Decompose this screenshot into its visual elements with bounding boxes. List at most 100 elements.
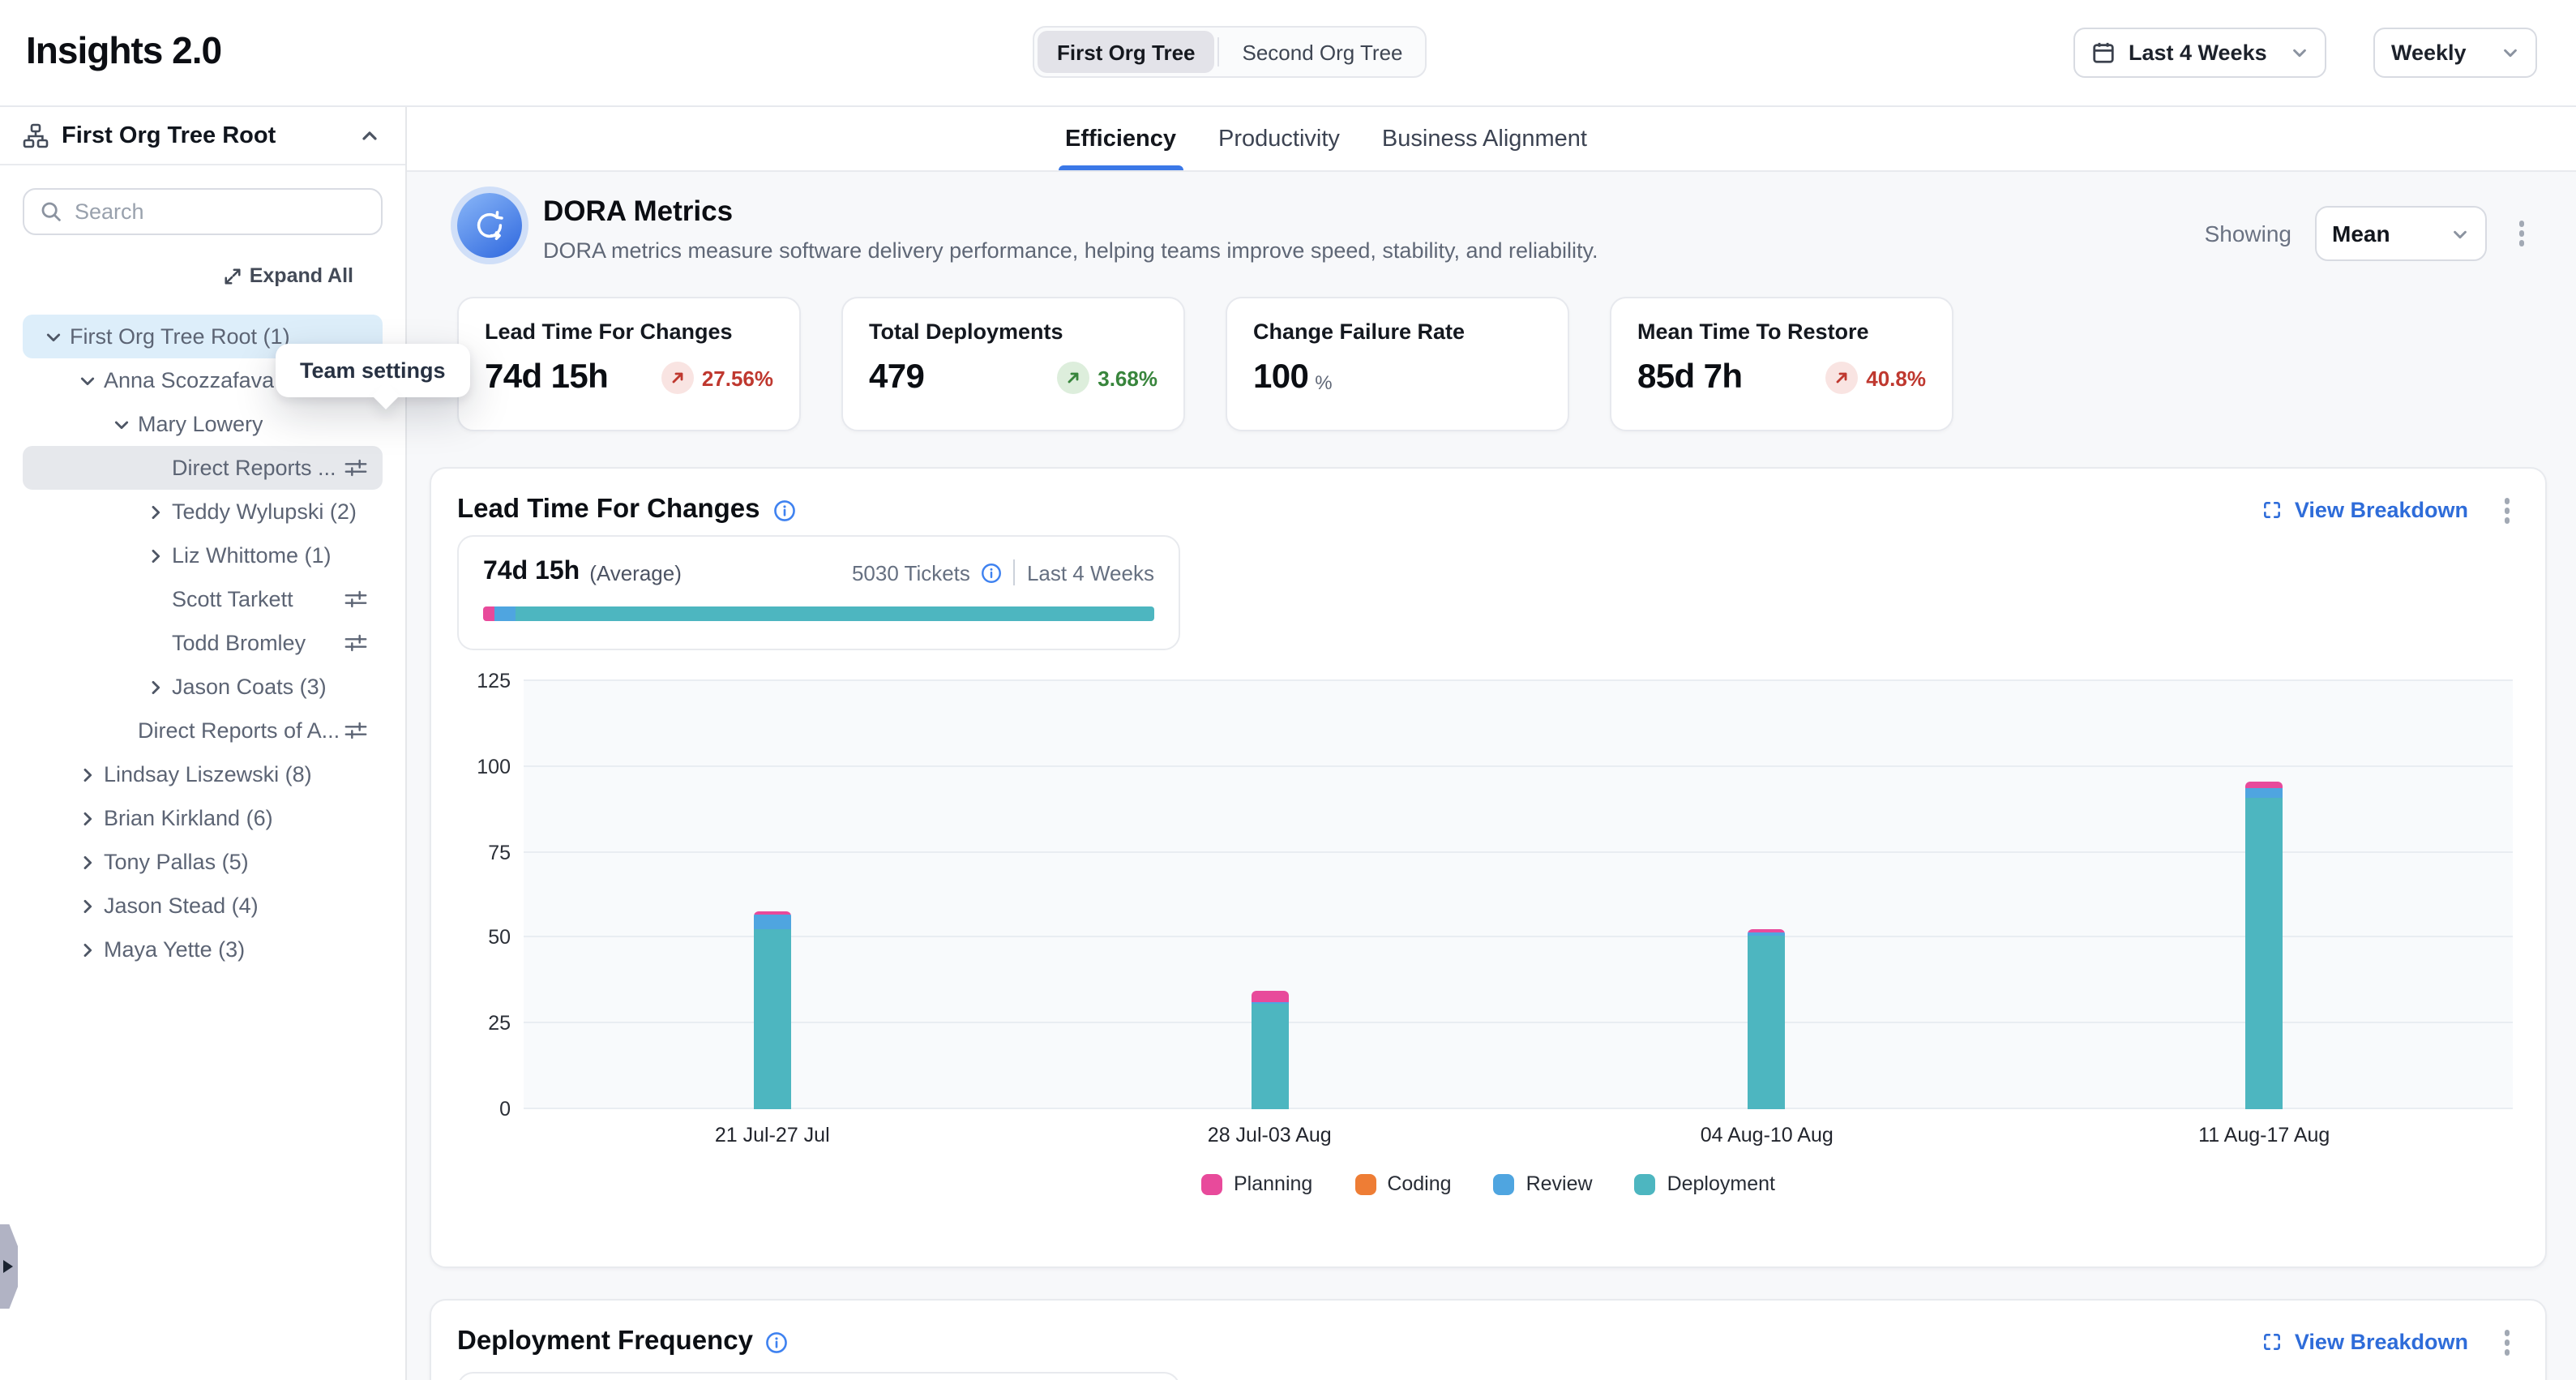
bar-04-aug-10-aug[interactable] <box>1748 930 1786 1109</box>
team-settings-tooltip: Team settings <box>276 344 470 397</box>
legend-label: Deployment <box>1667 1172 1775 1195</box>
granularity-select[interactable]: Weekly <box>2373 28 2537 78</box>
legend-item-deployment[interactable]: Deployment <box>1635 1172 1775 1195</box>
chevron-right-icon[interactable] <box>75 805 101 831</box>
info-icon[interactable] <box>766 1331 789 1354</box>
gridline <box>524 851 2513 852</box>
dora-subtitle: DORA metrics measure software delivery p… <box>543 238 1598 263</box>
tree-item-teddy-wylupski-2[interactable]: Teddy Wylupski (2) <box>23 490 383 534</box>
tree-item-maya-yette-3[interactable]: Maya Yette (3) <box>23 928 383 971</box>
tree-item-label: Anna Scozzafava <box>104 368 274 392</box>
sidebar-collapse-button[interactable] <box>357 122 383 148</box>
metric-title: Lead Time For Changes <box>485 319 773 344</box>
tree-item-liz-whittome-1[interactable]: Liz Whittome (1) <box>23 534 383 577</box>
chevron-down-icon[interactable] <box>75 367 101 393</box>
deployment-frequency-panel: Deployment Frequency View Breakdown <box>430 1299 2547 1380</box>
toggle-first-org-tree[interactable]: First Org Tree <box>1038 31 1215 73</box>
view-breakdown-label: View Breakdown <box>2295 1331 2468 1355</box>
lead-time-kebab-menu[interactable] <box>2494 491 2519 529</box>
tree-item-lindsay-liszewski-8[interactable]: Lindsay Liszewski (8) <box>23 752 383 796</box>
metric-title: Total Deployments <box>869 319 1157 344</box>
chevron-spacer <box>143 586 169 612</box>
tree-item-label: Direct Reports ... <box>172 456 336 480</box>
expand-corners-icon <box>2262 1332 2283 1353</box>
tree-item-brian-kirkland-6[interactable]: Brian Kirkland (6) <box>23 796 383 840</box>
delta-badge: 27.56% <box>661 362 773 394</box>
deployment-frequency-kebab-menu[interactable] <box>2494 1323 2519 1361</box>
expand-all-label: Expand All <box>250 264 353 287</box>
chevron-down-icon <box>2291 44 2309 62</box>
gridline <box>524 1108 2513 1109</box>
tree-item-label: Todd Bromley <box>172 631 306 655</box>
chevron-right-icon[interactable] <box>143 674 169 700</box>
bar-21-jul-27-jul[interactable] <box>754 911 791 1109</box>
showing-select[interactable]: Mean <box>2314 206 2486 261</box>
metric-value: 85d 7h <box>1637 358 1742 397</box>
view-breakdown-button[interactable]: View Breakdown <box>2262 499 2468 523</box>
sidebar-root-label: First Org Tree Root <box>62 122 276 148</box>
info-icon[interactable] <box>773 499 796 522</box>
search-icon <box>41 201 62 222</box>
chevron-right-icon[interactable] <box>75 936 101 962</box>
tickets-count: 5030 Tickets <box>852 560 970 585</box>
deployment-frequency-title: Deployment Frequency <box>457 1327 753 1358</box>
chevron-down-icon <box>2450 225 2468 242</box>
chevron-right-icon[interactable] <box>143 542 169 568</box>
team-settings-icon[interactable] <box>342 717 370 744</box>
metric-card-mean-time-to-restore: Mean Time To Restore85d 7h40.8% <box>1610 297 1953 431</box>
chevron-right-icon[interactable] <box>75 893 101 919</box>
team-settings-icon[interactable] <box>342 454 370 482</box>
team-settings-icon[interactable] <box>342 629 370 657</box>
avg-bar-segment-planning <box>483 606 494 621</box>
tree-item-jason-stead-4[interactable]: Jason Stead (4) <box>23 884 383 928</box>
bar-segment-planning <box>2245 782 2283 789</box>
delta-badge: 3.68% <box>1057 362 1157 394</box>
chevron-down-icon[interactable] <box>109 411 135 437</box>
tree-item-todd-bromley[interactable]: Todd Bromley <box>23 621 383 665</box>
org-tree: First Org Tree Root (1)Anna ScozzafavaMa… <box>0 315 405 971</box>
expand-all-button[interactable]: Expand All <box>224 264 353 287</box>
date-range-select[interactable]: Last 4 Weeks <box>2073 28 2326 78</box>
chevron-right-icon[interactable] <box>143 499 169 525</box>
tree-item-direct-reports[interactable]: Direct Reports ... <box>23 446 383 490</box>
legend-item-planning[interactable]: Planning <box>1201 1172 1312 1195</box>
toggle-second-org-tree[interactable]: Second Org Tree <box>1223 31 1423 73</box>
metric-card-change-failure-rate: Change Failure Rate100% <box>1226 297 1569 431</box>
legend-item-review[interactable]: Review <box>1494 1172 1593 1195</box>
info-icon[interactable] <box>982 562 1003 583</box>
bar-28-jul-03-aug[interactable] <box>1251 991 1288 1109</box>
tab-efficiency[interactable]: Efficiency <box>1062 107 1179 170</box>
dora-kebab-menu[interactable] <box>2509 215 2534 253</box>
search-input[interactable] <box>75 199 365 224</box>
tooltip-text: Team settings <box>300 358 446 383</box>
chevron-down-icon[interactable] <box>41 324 66 349</box>
bar-11-aug-17-aug[interactable] <box>2245 782 2283 1109</box>
y-axis: 0255075100125 <box>431 681 511 1109</box>
tree-item-scott-tarkett[interactable]: Scott Tarkett <box>23 577 383 621</box>
view-breakdown-button[interactable]: View Breakdown <box>2262 1331 2468 1355</box>
tree-item-tony-pallas-5[interactable]: Tony Pallas (5) <box>23 840 383 884</box>
view-breakdown-label: View Breakdown <box>2295 499 2468 523</box>
tab-business-alignment[interactable]: Business Alignment <box>1379 107 1590 170</box>
y-tick-label: 125 <box>431 670 511 692</box>
chevron-right-icon[interactable] <box>75 849 101 875</box>
insights-app: Insights 2.0 First Org Tree Second Org T… <box>0 0 2576 1380</box>
search-field[interactable] <box>23 188 383 235</box>
chevron-right-icon[interactable] <box>75 761 101 787</box>
chart-legend: Planning Coding Review Deployment <box>431 1172 2545 1195</box>
tree-item-mary-lowery[interactable]: Mary Lowery <box>23 402 383 446</box>
tree-item-direct-reports-of-a[interactable]: Direct Reports of A... <box>23 709 383 752</box>
toggle-divider <box>1218 37 1220 66</box>
tree-item-label: Jason Stead (4) <box>104 894 259 918</box>
date-range-value: Last 4 Weeks <box>2129 41 2267 65</box>
gridline <box>524 679 2513 681</box>
bar-segment-review <box>754 914 791 928</box>
legend-item-coding[interactable]: Coding <box>1354 1172 1451 1195</box>
lead-time-panel: Lead Time For Changes View Breakdown <box>430 467 2547 1268</box>
x-tick-label: 11 Aug-17 Aug <box>2198 1124 2330 1146</box>
gridline <box>524 936 2513 938</box>
chevron-spacer <box>109 718 135 744</box>
team-settings-icon[interactable] <box>342 585 370 613</box>
tab-productivity[interactable]: Productivity <box>1215 107 1343 170</box>
tree-item-jason-coats-3[interactable]: Jason Coats (3) <box>23 665 383 709</box>
